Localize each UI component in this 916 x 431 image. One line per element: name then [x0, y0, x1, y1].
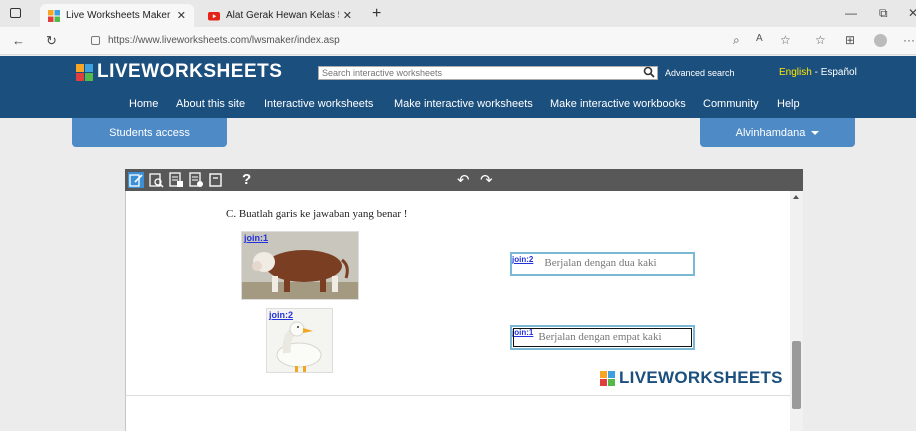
- tab-title: Alat Gerak Hewan Kelas 5 lengka: [226, 10, 339, 21]
- lang-english-link[interactable]: English: [779, 67, 812, 78]
- tab-alat-gerak-hewan[interactable]: Alat Gerak Hewan Kelas 5 lengka ✕: [200, 4, 360, 27]
- undo-icon[interactable]: ↶: [457, 171, 470, 189]
- image-bull: join:1: [241, 231, 359, 300]
- window-menu-icon[interactable]: [10, 8, 21, 18]
- question-text: C. Buatlah garis ke jawaban yang benar !: [226, 208, 408, 220]
- logo-grid-icon: [76, 63, 93, 81]
- new-tab-icon[interactable]: +: [372, 5, 381, 23]
- worksheet-canvas: C. Buatlah garis ke jawaban yang benar !…: [125, 191, 803, 431]
- url-field[interactable]: https://www.liveworksheets.com/lwsmaker/…: [108, 35, 340, 46]
- join-label[interactable]: join:1: [512, 328, 533, 337]
- logo-text: LIVEWORKSHEETS: [97, 61, 283, 82]
- edit-tool-icon[interactable]: [128, 172, 144, 188]
- menu-community[interactable]: Community: [703, 98, 759, 110]
- read-aloud-icon[interactable]: A: [756, 33, 763, 44]
- address-bar: ← ↻ https://www.liveworksheets.com/lwsma…: [0, 27, 916, 55]
- tab-title: Live Worksheets Maker: [66, 10, 171, 21]
- tab-live-worksheets-maker[interactable]: Live Worksheets Maker ✕: [40, 4, 194, 27]
- search-page-icon[interactable]: ⌕: [733, 33, 740, 48]
- page-divider: [126, 395, 792, 396]
- lock-icon[interactable]: [91, 36, 100, 45]
- lang-espanol-link[interactable]: Español: [821, 67, 857, 78]
- settings-tool-icon[interactable]: [188, 172, 204, 188]
- answer-box-2[interactable]: join:1 Berjalan dengan empat kaki: [510, 325, 695, 350]
- restore-icon[interactable]: ⧉: [879, 6, 888, 21]
- favorite-icon[interactable]: ☆: [780, 33, 791, 47]
- close-tab-icon[interactable]: ✕: [343, 9, 352, 22]
- more-icon[interactable]: ···: [903, 33, 915, 47]
- students-access-button[interactable]: Students access: [72, 118, 227, 147]
- menu-help[interactable]: Help: [777, 98, 800, 110]
- join-label[interactable]: join:2: [512, 255, 533, 264]
- back-icon[interactable]: ←: [12, 33, 25, 48]
- menu-make-interactive-worksheets[interactable]: Make interactive worksheets: [394, 98, 533, 110]
- answer-box-1[interactable]: join:2 Berjalan dengan dua kaki: [510, 252, 695, 276]
- editor-toolbar: ? ↶ ↷: [125, 169, 803, 191]
- favorites-icon[interactable]: ☆: [815, 33, 826, 47]
- site-header: LIVEWORKSHEETS Advanced search English -…: [0, 56, 916, 118]
- user-menu-button[interactable]: Alvinhamdana: [700, 118, 855, 147]
- lang-separator: -: [811, 67, 821, 78]
- caret-down-icon: [811, 130, 820, 135]
- scroll-thumb[interactable]: [792, 341, 801, 409]
- username-label: Alvinhamdana: [735, 126, 806, 139]
- worksheet-scrollbar[interactable]: [790, 191, 803, 431]
- note-tool-icon[interactable]: [208, 172, 224, 188]
- refresh-icon[interactable]: ↻: [46, 33, 57, 49]
- join-label[interactable]: join:2: [269, 310, 293, 320]
- brand-logo-icon: [600, 370, 615, 386]
- browser-tab-bar: Live Worksheets Maker ✕ Alat Gerak Hewan…: [0, 0, 916, 27]
- menu-about[interactable]: About this site: [176, 98, 245, 110]
- students-access-label: Students access: [109, 126, 190, 139]
- redo-icon[interactable]: ↷: [480, 171, 493, 189]
- close-tab-icon[interactable]: ✕: [177, 9, 186, 22]
- search-icon[interactable]: [643, 65, 655, 79]
- liveworksheets-favicon-icon: [48, 9, 60, 22]
- preview-tool-icon[interactable]: [148, 172, 164, 188]
- answer-text: Berjalan dengan empat kaki: [538, 331, 662, 343]
- site-search: [318, 66, 658, 80]
- language-switch: English - Español: [779, 67, 857, 78]
- answer-text: Berjalan dengan dua kaki: [544, 257, 657, 269]
- brand-text: LIVEWORKSHEETS: [619, 368, 783, 387]
- minimize-icon[interactable]: —: [845, 6, 857, 20]
- save-tool-icon[interactable]: [168, 172, 184, 188]
- liveworksheets-watermark: LIVEWORKSHEETS: [600, 368, 783, 388]
- profile-avatar[interactable]: [874, 34, 887, 47]
- menu-make-interactive-workbooks[interactable]: Make interactive workbooks: [550, 98, 686, 110]
- menu-home[interactable]: Home: [129, 98, 158, 110]
- menu-interactive-worksheets[interactable]: Interactive worksheets: [264, 98, 373, 110]
- youtube-favicon-icon: [208, 11, 220, 20]
- site-logo[interactable]: LIVEWORKSHEETS: [76, 61, 282, 83]
- help-icon[interactable]: ?: [242, 171, 251, 188]
- close-window-icon[interactable]: ✕: [908, 6, 916, 20]
- advanced-search-link[interactable]: Advanced search: [665, 68, 735, 78]
- collections-icon[interactable]: ⊞: [845, 33, 855, 47]
- image-duck: join:2: [266, 308, 333, 373]
- scroll-up-arrow-icon[interactable]: [793, 195, 799, 199]
- search-input[interactable]: [319, 67, 619, 79]
- join-label[interactable]: join:1: [244, 233, 268, 243]
